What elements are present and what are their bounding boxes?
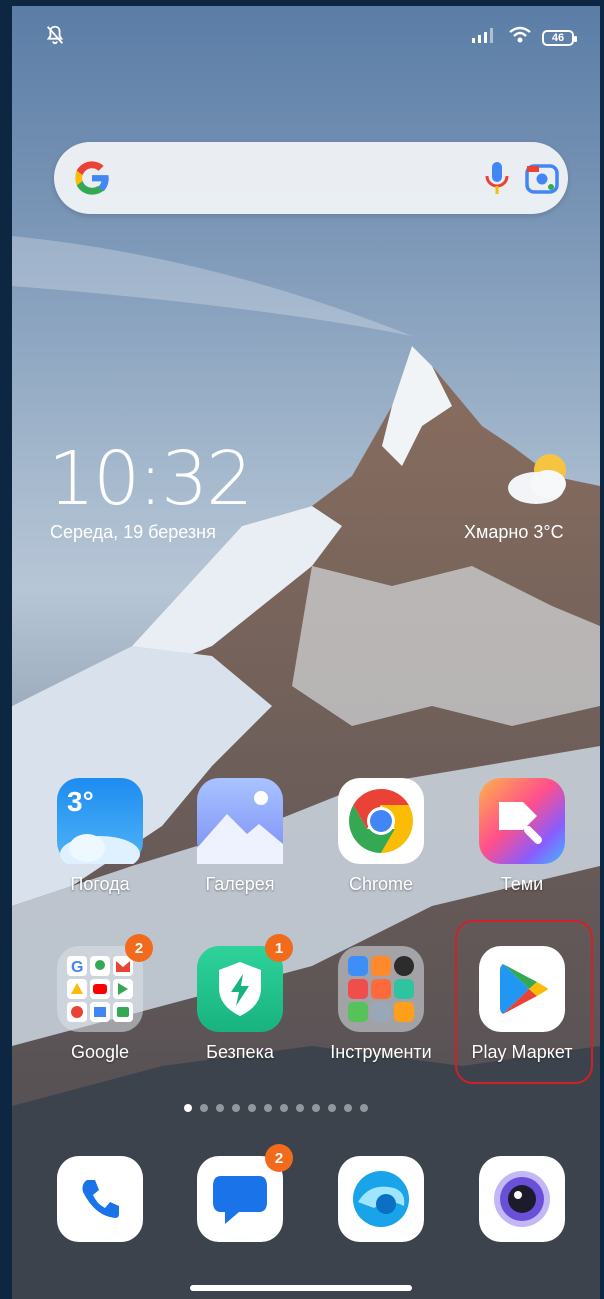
- page-dot: [248, 1104, 256, 1112]
- google-logo-icon: [72, 158, 112, 198]
- weather-app-icon: 3°: [57, 778, 143, 864]
- app-galereya[interactable]: Галерея: [185, 778, 295, 895]
- page-dot: [312, 1104, 320, 1112]
- app-pogoda[interactable]: 3° Погода: [45, 778, 155, 895]
- app-chrome[interactable]: Chrome: [326, 778, 436, 895]
- app-label: Інструменти: [330, 1042, 432, 1062]
- clock-date[interactable]: Середа, 19 березня: [50, 522, 216, 543]
- page-dot: [360, 1104, 368, 1112]
- app-temy[interactable]: Теми: [467, 778, 577, 895]
- page-indicator[interactable]: [184, 1104, 368, 1112]
- google-lens-icon[interactable]: [524, 160, 560, 201]
- status-bar: 46: [12, 24, 600, 54]
- security-icon: 1: [197, 934, 293, 1032]
- page-dot: [216, 1104, 224, 1112]
- bell-off-icon: [44, 24, 66, 51]
- dock-phone[interactable]: [45, 1156, 155, 1242]
- notification-badge: 2: [265, 1144, 293, 1172]
- app-label: Погода: [70, 874, 130, 894]
- themes-icon: [479, 778, 565, 864]
- google-search-bar[interactable]: [54, 142, 568, 214]
- voice-search-icon[interactable]: [482, 160, 512, 201]
- page-dot: [200, 1104, 208, 1112]
- chrome-icon: [338, 778, 424, 864]
- camera-icon: [479, 1156, 565, 1242]
- app-label: Google: [70, 1042, 130, 1062]
- app-label: Chrome: [348, 874, 414, 894]
- notification-badge: 1: [265, 934, 293, 962]
- weather-text[interactable]: Хмарно 3°C: [464, 522, 564, 543]
- wifi-icon: [508, 26, 532, 49]
- folder-instrumenty[interactable]: Інструменти: [326, 946, 436, 1063]
- dock-messages[interactable]: 2: [185, 1144, 295, 1242]
- svg-text:G: G: [71, 959, 83, 976]
- messages-icon: 2: [197, 1144, 293, 1242]
- battery-icon: 46: [542, 29, 577, 46]
- page-dot: [296, 1104, 304, 1112]
- selection-highlight: [455, 920, 593, 1084]
- signal-icon: [472, 27, 498, 48]
- browser-icon: [338, 1156, 424, 1242]
- app-label: Галерея: [205, 874, 275, 894]
- phone-icon: [57, 1156, 143, 1242]
- app-bezpeka[interactable]: 1 Безпека: [185, 934, 295, 1063]
- home-screen: 46 10:32 Середа, 19 березня Хмарно 3°C 3…: [12, 6, 600, 1299]
- page-dot: [232, 1104, 240, 1112]
- dock-camera[interactable]: [467, 1156, 577, 1242]
- page-dot: [264, 1104, 272, 1112]
- app-label: Теми: [500, 874, 544, 894]
- notification-badge: 2: [125, 934, 153, 962]
- page-dot: [328, 1104, 336, 1112]
- app-label: Безпека: [206, 1042, 274, 1062]
- page-dot: [184, 1104, 192, 1112]
- gallery-icon: [197, 778, 283, 864]
- page-dot: [344, 1104, 352, 1112]
- tools-folder-icon: [338, 946, 424, 1032]
- google-folder-icon: G 2: [57, 934, 153, 1032]
- clock-time[interactable]: 10:32: [48, 436, 253, 522]
- cloudy-sun-icon[interactable]: [506, 450, 576, 515]
- folder-google[interactable]: G 2 Google: [45, 934, 155, 1063]
- home-gesture-bar[interactable]: [190, 1285, 412, 1291]
- dock-browser[interactable]: [326, 1156, 436, 1242]
- page-dot: [280, 1104, 288, 1112]
